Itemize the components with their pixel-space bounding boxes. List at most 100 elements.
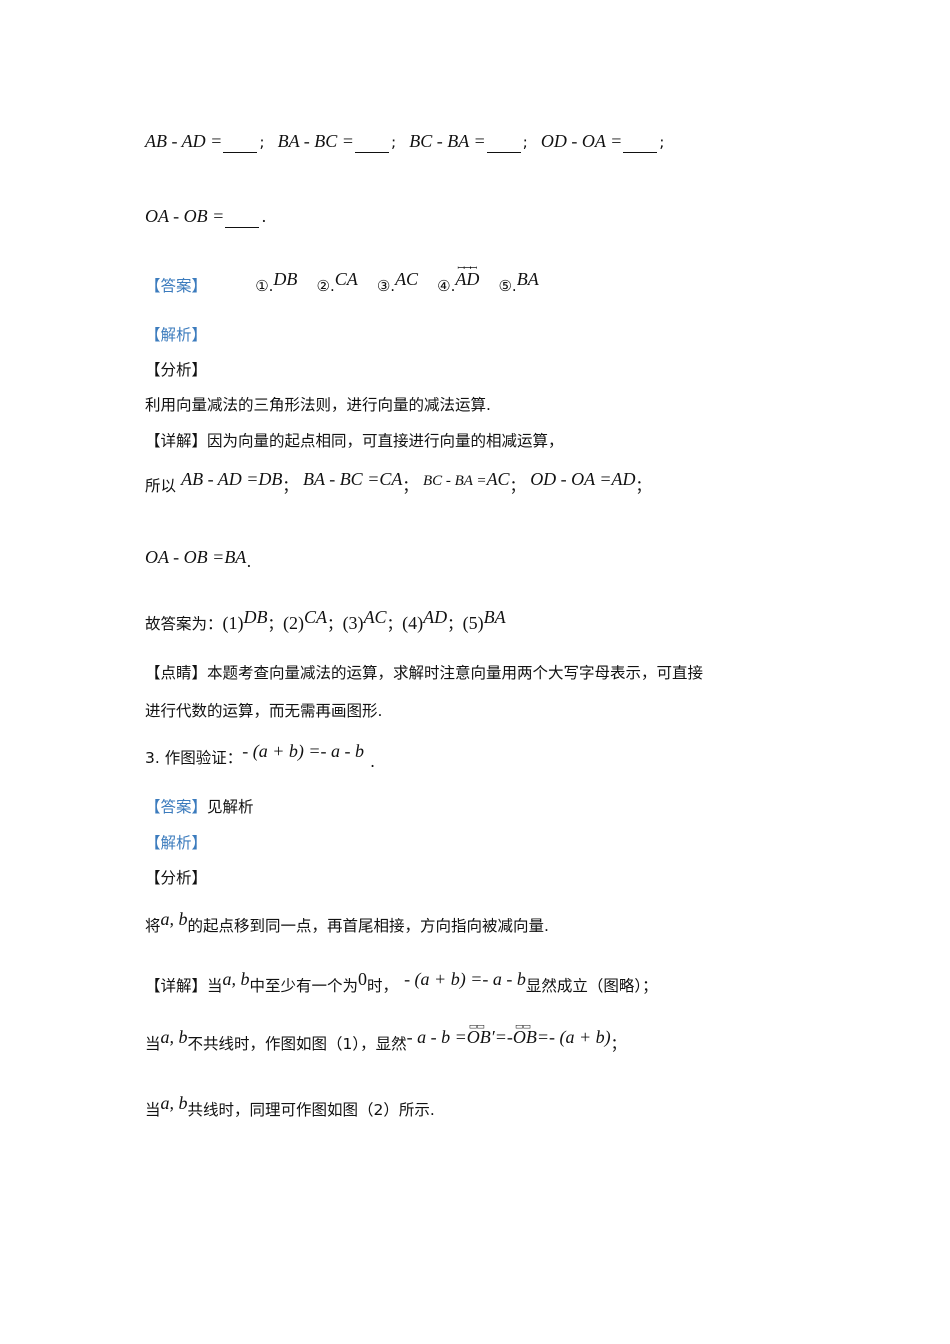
question-expr: - (a + b) =- a - b (242, 741, 364, 761)
result-line: 所以 AB - AD =DB； BA - BC =CA； BC - BA =AC… (145, 469, 652, 498)
summary-num: (1) (222, 613, 244, 633)
vars-ab: a, b (160, 909, 188, 929)
summary-value: DB (243, 607, 268, 627)
answer-blank (486, 138, 521, 153)
q3-fenxi-tag: 【分析】 (145, 869, 208, 887)
separator: ； (610, 1035, 627, 1053)
answer-num: ③. (376, 277, 396, 295)
answer-blank (223, 138, 258, 153)
equation-part: - a - b = (406, 1027, 467, 1047)
question-label: 3. 作图验证： (145, 749, 243, 767)
answer-value: DB (273, 269, 298, 289)
answer-tag: 【答案】 (145, 277, 208, 295)
expr: OA - OB = (145, 206, 225, 226)
answer-num: ②. (316, 277, 335, 295)
answer-num: ④. (437, 277, 456, 295)
comment-tag: 【点睛】 (145, 664, 208, 682)
separator: ； (447, 615, 463, 633)
summary-value: AD (423, 607, 448, 627)
vars-ab: a, b (160, 1093, 188, 1113)
zero: 0 (358, 969, 368, 989)
vector-ob: ▭▭ OB (513, 1022, 537, 1048)
detail-text: 因为向量的起点相同，可直接进行向量的相减运算， (207, 432, 564, 450)
text: 的起点移到同一点，再首尾相接，方向指向被减向量. (187, 917, 549, 935)
q3-answer-line: 【答案】见解析 (145, 796, 254, 818)
equation-rhs: AC (486, 469, 510, 489)
equation-lhs: BA - BC = (303, 469, 380, 489)
equation-lhs: OA - OB = (145, 547, 225, 567)
answer-blank (354, 138, 389, 153)
equation-lhs: BC - BA = (422, 473, 487, 489)
summary-num: (3) (342, 613, 364, 633)
answer-value: CA (334, 269, 358, 289)
q3-detail-1: 【详解】当a, b中至少有一个为0时， - (a + b) =- a - b显然成… (145, 969, 658, 997)
comment-line-2: 进行代数的运算，而无需再画图形. (145, 702, 383, 720)
equation-rhs: CA (379, 469, 403, 489)
q3-fenxi-text: 将a, b的起点移到同一点，再首尾相接，方向指向被减向量. (145, 909, 549, 937)
separator: ； (402, 477, 418, 495)
period: . (261, 207, 267, 226)
separator: ； (327, 615, 343, 633)
equation-rhs: AD (611, 469, 636, 489)
answer-num: ⑤. (498, 277, 517, 295)
vector-arrow-icon: ▭▭ (514, 1022, 531, 1032)
answer-text: 见解析 (207, 798, 254, 816)
expr: BA - BC = (277, 131, 354, 151)
text: 中至少有一个为 (249, 977, 359, 995)
summary-line: 故答案为：(1)DB；(2)CA；(3)AC；(4)AD；(5)BA (145, 607, 506, 635)
equation-lhs: OD - OA = (530, 469, 612, 489)
text: 显然成立（图略）； (525, 977, 658, 995)
vars-ab: a, b (160, 1027, 188, 1047)
fenxi-text: 利用向量减法的三角形法则，进行向量的减法运算. (145, 396, 491, 414)
detail-line: 【详解】因为向量的起点相同，可直接进行向量的相减运算， (145, 430, 564, 452)
answer-blank (225, 213, 260, 228)
separator: ; (390, 133, 397, 151)
q3-analysis-tag: 【解析】 (145, 834, 208, 852)
text: 当 (145, 1101, 161, 1119)
separator: ； (635, 477, 652, 495)
answer-value: BA (516, 269, 539, 289)
equation-lhs: AB - AD = (181, 469, 259, 489)
expr: BC - BA = (409, 131, 486, 151)
separator: ； (267, 615, 284, 633)
summary-value: BA (483, 607, 506, 627)
prefix: 所以 (145, 477, 177, 495)
text: 当 (145, 1035, 161, 1053)
answer-num: ①. (255, 277, 274, 295)
answer-value: AC (395, 269, 419, 289)
answer-tag: 【答案】 (145, 798, 208, 816)
separator: ; (659, 133, 665, 151)
summary-prefix: 故答案为： (145, 615, 223, 633)
expr: AB - AD = (145, 131, 223, 151)
analysis-tag: 【解析】 (145, 326, 208, 344)
equation-rhs: DB (258, 469, 283, 489)
vars-ab: a, b (222, 969, 250, 989)
answer-value-vector: ꟷꟷꟷ AD (455, 264, 479, 290)
answer-line: 【答案】 ①.DB ②.CA ③.AC ④. ꟷꟷꟷ AD ⑤.BA (145, 264, 539, 297)
text: 共线时，同理可作图如图（2）所示. (187, 1101, 435, 1119)
detail-tag: 【详解】 (145, 977, 208, 995)
period: . (369, 752, 376, 771)
vector-arrow-icon: ꟷꟷꟷ (457, 264, 477, 274)
question-3: 3. 作图验证：- (a + b) =- a - b. (145, 741, 376, 771)
separator: ； (282, 477, 298, 495)
text: 当 (207, 977, 223, 995)
answer-blank (623, 138, 658, 153)
summary-num: (4) (402, 613, 424, 633)
separator: ; (259, 133, 265, 151)
separator: ； (386, 615, 403, 633)
equation-rhs: BA (224, 547, 247, 567)
exercise-line-1: AB - AD =; BA - BC =; BC - BA =; OD - OA… (145, 130, 664, 153)
exercise-line-2: OA - OB =. (145, 205, 266, 228)
q3-detail-3: 当a, b共线时，同理可作图如图（2）所示. (145, 1093, 435, 1121)
comment-line-1: 【点睛】本题考查向量减法的运算，求解时注意向量用两个大写字母表示，可直接 (145, 662, 703, 684)
detail-tag: 【详解】 (145, 432, 208, 450)
separator: ； (509, 477, 526, 495)
text: 不共线时，作图如图（1），显然 (187, 1035, 407, 1053)
equation: - (a + b) =- a - b (404, 969, 526, 989)
summary-value: AC (363, 607, 387, 627)
vector-ob-prime: ▭▭ OB′ (467, 1022, 495, 1048)
comment-text: 本题考查向量减法的运算，求解时注意向量用两个大写字母表示，可直接 (207, 664, 704, 682)
text: 将 (145, 917, 161, 935)
equation-part: =- (a + b) (536, 1027, 611, 1047)
